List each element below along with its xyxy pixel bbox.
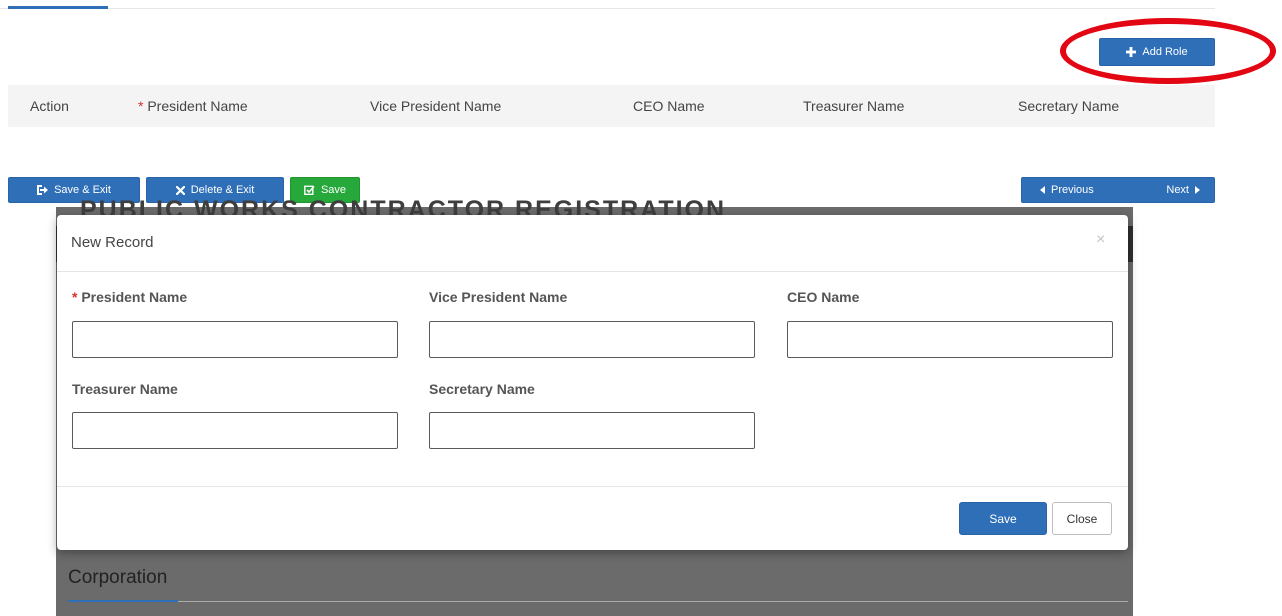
column-header-label: President Name — [147, 98, 248, 114]
required-marker: * — [72, 289, 78, 305]
tab-strip-divider — [0, 8, 1215, 9]
caret-left-icon — [1040, 186, 1045, 194]
active-tab-indicator — [8, 6, 108, 9]
previous-label: Previous — [1051, 184, 1094, 196]
column-header-vice-president[interactable]: Vice President Name — [370, 98, 501, 114]
grid-header: Action * President Name Vice President N… — [8, 85, 1215, 127]
president-name-label-text: President Name — [81, 289, 188, 305]
ceo-name-label: CEO Name — [787, 289, 860, 305]
delete-exit-label: Delete & Exit — [190, 184, 255, 196]
times-icon — [175, 185, 185, 195]
close-icon[interactable]: × — [1096, 231, 1105, 249]
column-header-ceo[interactable]: CEO Name — [633, 98, 705, 114]
section-active-indicator — [68, 600, 178, 602]
required-marker: * — [138, 98, 144, 114]
column-header-treasurer[interactable]: Treasurer Name — [803, 98, 904, 114]
column-header-label: Treasurer Name — [803, 98, 905, 114]
new-record-modal: New Record × * President Name Vice Presi… — [57, 215, 1128, 550]
pager-group: Previous Next — [1021, 177, 1215, 203]
secretary-name-label: Secretary Name — [429, 381, 535, 397]
treasurer-name-label: Treasurer Name — [72, 381, 178, 397]
add-role-button[interactable]: Add Role — [1099, 38, 1215, 66]
column-header-label: Secretary Name — [1018, 98, 1120, 114]
check-square-icon — [304, 185, 315, 195]
column-header-label: CEO Name — [633, 98, 705, 114]
modal-close-button[interactable]: Close — [1052, 502, 1112, 535]
add-role-label: Add Role — [1142, 46, 1188, 58]
column-header-label: Vice President Name — [370, 98, 502, 114]
save-label: Save — [320, 184, 347, 196]
previous-button[interactable]: Previous — [1040, 184, 1094, 196]
secretary-name-input[interactable] — [429, 412, 755, 449]
treasurer-name-input[interactable] — [72, 412, 398, 449]
column-header-president[interactable]: * President Name — [138, 98, 248, 114]
save-exit-label: Save & Exit — [54, 184, 111, 196]
sign-out-icon — [37, 185, 49, 195]
corporation-section-title: Corporation — [68, 567, 168, 588]
vice-president-name-label: Vice President Name — [429, 289, 568, 305]
column-header-label: Action — [30, 98, 69, 114]
modal-header-divider — [57, 271, 1128, 272]
caret-right-icon — [1195, 186, 1200, 194]
modal-save-button[interactable]: Save — [959, 502, 1047, 535]
vice-president-name-input[interactable] — [429, 321, 755, 358]
president-name-label: * President Name — [72, 289, 187, 305]
ceo-name-input[interactable] — [787, 321, 1113, 358]
next-button[interactable]: Next — [1166, 184, 1200, 196]
plus-icon — [1126, 47, 1137, 57]
modal-title: New Record — [71, 234, 154, 251]
section-divider — [68, 601, 1128, 602]
next-label: Next — [1166, 184, 1189, 196]
president-name-input[interactable] — [72, 321, 398, 358]
column-header-action[interactable]: Action — [30, 98, 69, 114]
column-header-secretary[interactable]: Secretary Name — [1018, 98, 1119, 114]
modal-footer-divider — [57, 486, 1128, 487]
